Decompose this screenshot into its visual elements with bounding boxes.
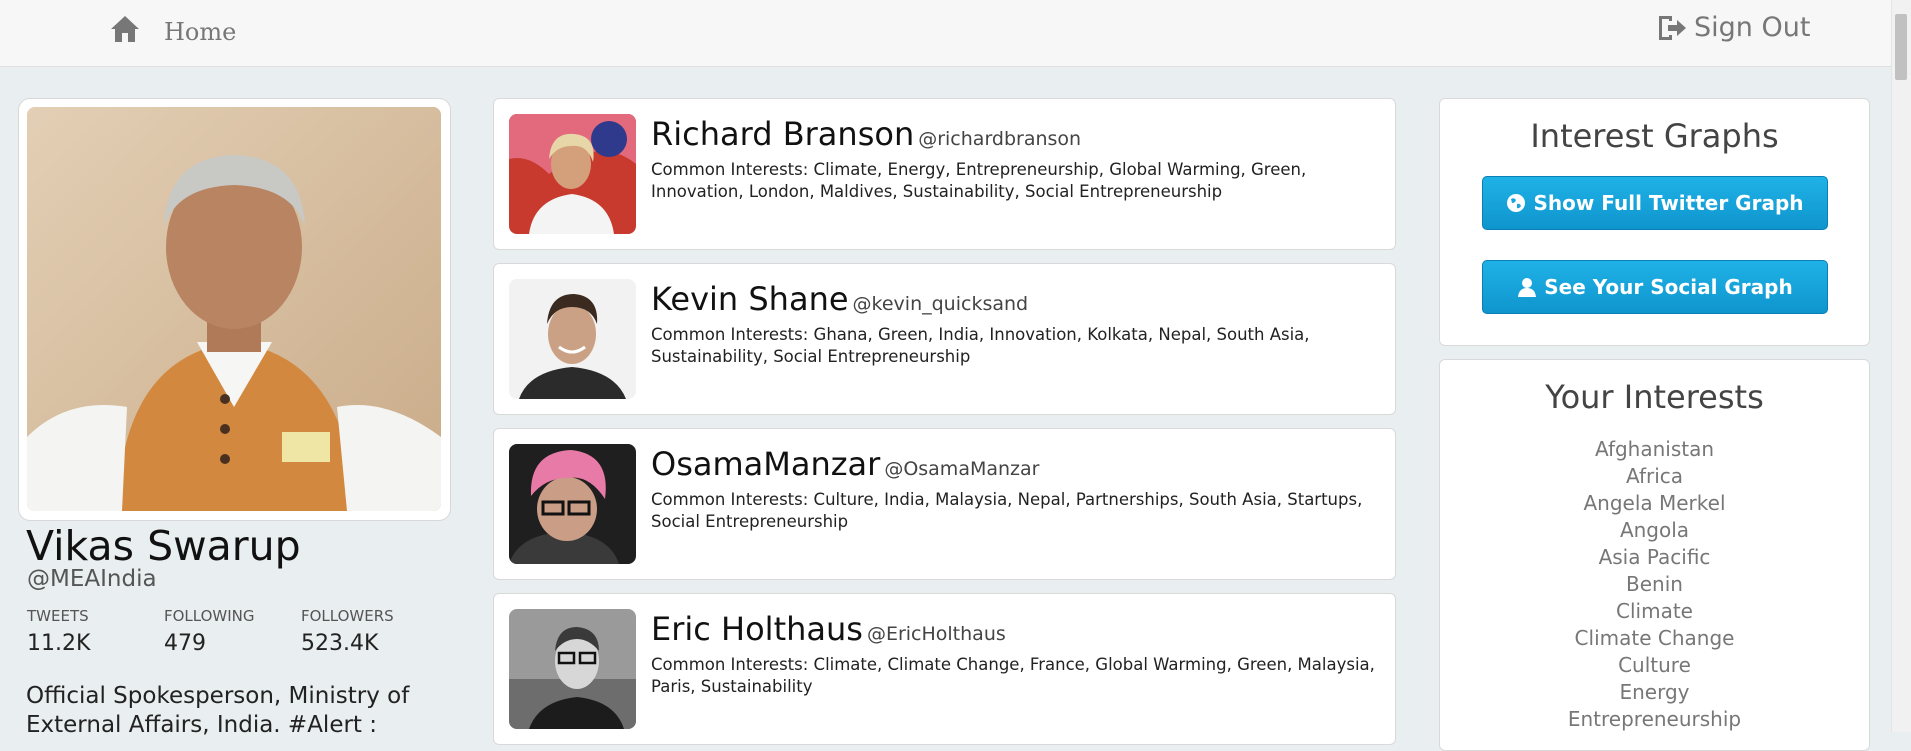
button-label: See Your Social Graph xyxy=(1544,275,1793,299)
stat-label: FOLLOWERS xyxy=(301,607,394,625)
common-interests: Common Interests: Climate, Energy, Entre… xyxy=(651,160,1307,201)
person-name[interactable]: Kevin Shane @kevin_quicksand xyxy=(651,280,1028,318)
stat-label: FOLLOWING xyxy=(164,607,255,625)
interest-item[interactable]: Angola xyxy=(1440,517,1869,544)
interest-item[interactable]: Culture xyxy=(1440,652,1869,679)
stat-value: 523.4K xyxy=(301,631,379,656)
interest-item[interactable]: Africa xyxy=(1440,463,1869,490)
stat-value: 479 xyxy=(164,631,206,656)
see-social-graph-button[interactable]: See Your Social Graph xyxy=(1482,260,1828,314)
button-label: Show Full Twitter Graph xyxy=(1533,191,1804,215)
interest-item[interactable]: Climate xyxy=(1440,598,1869,625)
profile-bio: Official Spokesperson, Ministry of Exter… xyxy=(26,683,410,738)
person-name[interactable]: Eric Holthaus @EricHolthaus xyxy=(651,610,1006,648)
interest-item[interactable]: Afghanistan xyxy=(1440,436,1869,463)
globe-icon xyxy=(1507,194,1526,212)
avatar[interactable] xyxy=(509,444,636,564)
profile-photo-card xyxy=(18,98,451,521)
your-interests-panel: Your Interests Afghanistan Africa Angela… xyxy=(1439,359,1870,751)
person-card[interactable]: OsamaManzar @OsamaManzar Common Interests… xyxy=(493,428,1396,580)
avatar[interactable] xyxy=(509,114,636,234)
stat-followers[interactable]: FOLLOWERS 523.4K xyxy=(301,607,394,656)
user-icon xyxy=(1518,278,1537,297)
person-name-text: Eric Holthaus xyxy=(651,610,863,648)
interest-item[interactable]: Angela Merkel xyxy=(1440,490,1869,517)
avatar[interactable] xyxy=(509,609,636,729)
person-card[interactable]: Kevin Shane @kevin_quicksand Common Inter… xyxy=(493,263,1396,415)
stat-following[interactable]: FOLLOWING 479 xyxy=(164,607,255,656)
top-navbar: Home Sign Out xyxy=(0,0,1892,67)
person-handle: @OsamaManzar xyxy=(884,458,1040,480)
person-card[interactable]: Eric Holthaus @EricHolthaus Common Intere… xyxy=(493,593,1396,745)
stat-value: 11.2K xyxy=(27,631,91,656)
person-card[interactable]: Richard Branson @richardbranson Common In… xyxy=(493,98,1396,250)
avatar[interactable] xyxy=(509,279,636,399)
profile-photo xyxy=(27,107,441,511)
stat-tweets[interactable]: TWEETS 11.2K xyxy=(27,607,90,656)
person-handle: @richardbranson xyxy=(918,128,1082,150)
interest-list: Afghanistan Africa Angela Merkel Angola … xyxy=(1440,436,1869,733)
sign-out-link[interactable]: Sign Out xyxy=(1656,12,1810,43)
common-interests: Common Interests: Ghana, Green, India, I… xyxy=(651,325,1310,366)
person-name[interactable]: OsamaManzar @OsamaManzar xyxy=(651,445,1039,483)
person-name-text: Richard Branson xyxy=(651,115,915,153)
page-scrollbar[interactable] xyxy=(1891,0,1911,732)
interest-item[interactable]: Asia Pacific xyxy=(1440,544,1869,571)
stat-label: TWEETS xyxy=(27,607,89,625)
panel-title: Your Interests xyxy=(1545,378,1764,416)
common-interests: Common Interests: Climate, Climate Chang… xyxy=(651,655,1375,696)
profile-name: Vikas Swarup xyxy=(26,522,301,570)
person-name-text: OsamaManzar xyxy=(651,445,881,483)
home-label: Home xyxy=(164,18,237,46)
sign-out-label: Sign Out xyxy=(1694,12,1811,43)
home-icon xyxy=(111,16,139,42)
scrollbar-thumb[interactable] xyxy=(1895,14,1907,80)
profile-handle[interactable]: @MEAIndia xyxy=(27,566,157,592)
home-link[interactable]: Home xyxy=(110,12,236,46)
panel-title: Interest Graphs xyxy=(1530,117,1779,155)
person-name[interactable]: Richard Branson @richardbranson xyxy=(651,115,1081,153)
interest-item[interactable]: Benin xyxy=(1440,571,1869,598)
show-full-twitter-graph-button[interactable]: Show Full Twitter Graph xyxy=(1482,176,1828,230)
interest-item[interactable]: Energy xyxy=(1440,679,1869,706)
person-handle: @EricHolthaus xyxy=(866,623,1006,645)
person-name-text: Kevin Shane xyxy=(651,280,849,318)
interest-item[interactable]: Climate Change xyxy=(1440,625,1869,652)
person-handle: @kevin_quicksand xyxy=(852,293,1029,315)
common-interests: Common Interests: Culture, India, Malays… xyxy=(651,490,1363,531)
interest-graphs-panel: Interest Graphs Show Full Twitter Graph … xyxy=(1439,98,1870,346)
sign-out-icon xyxy=(1659,15,1686,40)
interest-item[interactable]: Entrepreneurship xyxy=(1440,706,1869,733)
